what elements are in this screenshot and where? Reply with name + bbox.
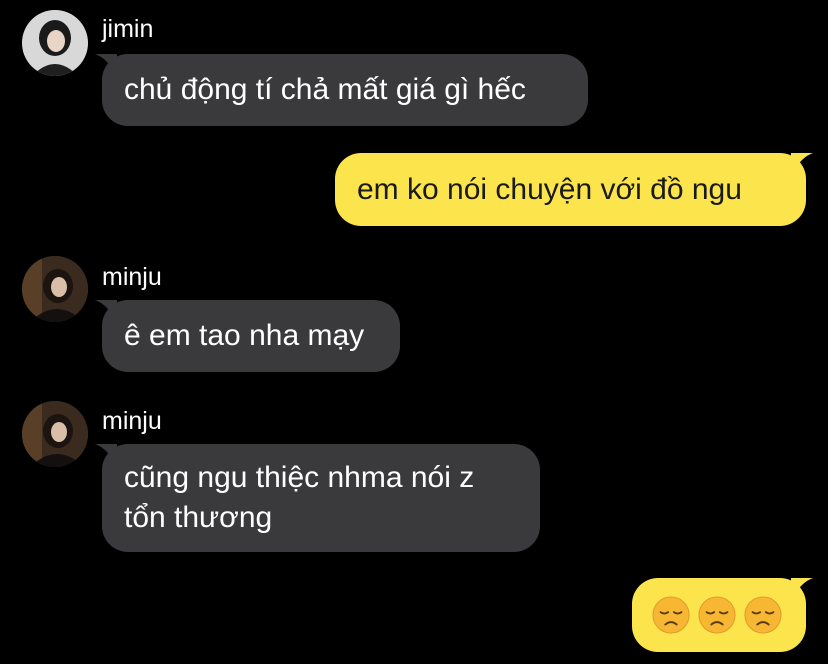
message-text: chủ động tí chả mất giá gì hếc xyxy=(124,73,526,106)
message-text-line: tổn thương xyxy=(124,501,273,534)
bubble-tail xyxy=(95,54,117,76)
sender-name: minju xyxy=(102,407,162,435)
bubble-tail xyxy=(95,444,117,466)
avatar-minju[interactable] xyxy=(22,401,88,467)
avatar-minju[interactable] xyxy=(22,256,88,322)
message-text-line: cũng ngu thiệc nhma nói z xyxy=(124,461,475,494)
disappointed-face-emoji xyxy=(652,596,690,634)
bubble-tail xyxy=(95,300,117,322)
message-text: ê em tao nha mạy xyxy=(124,319,365,352)
avatar-minju-image xyxy=(22,401,88,467)
message-bubble-outgoing[interactable]: em ko nói chuyện với đồ ngu xyxy=(335,153,813,226)
message-text: em ko nói chuyện với đồ ngu xyxy=(357,173,742,206)
avatar-jimin[interactable] xyxy=(22,10,88,76)
bubble-tail xyxy=(791,153,813,175)
avatar-jimin-image xyxy=(22,10,88,76)
message-bubble-incoming[interactable]: ê em tao nha mạy xyxy=(95,300,400,372)
disappointed-face-emoji xyxy=(698,596,736,634)
sender-name: jimin xyxy=(102,15,154,43)
message-bubble-incoming[interactable]: cũng ngu thiệc nhma nói z tổn thương xyxy=(95,444,540,552)
disappointed-face-emoji xyxy=(744,596,782,634)
message-bubble-outgoing[interactable] xyxy=(632,578,813,652)
bubble-tail xyxy=(791,578,813,600)
avatar-minju-image xyxy=(22,256,88,322)
sender-name: minju xyxy=(102,263,162,291)
message-bubble-incoming[interactable]: chủ động tí chả mất giá gì hếc xyxy=(95,54,588,126)
emoji-row xyxy=(652,578,786,652)
